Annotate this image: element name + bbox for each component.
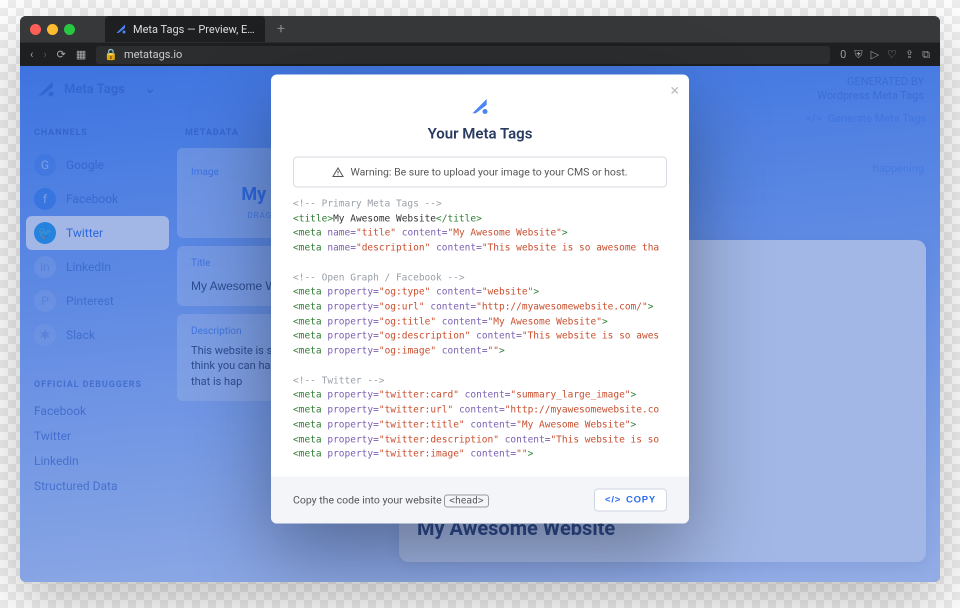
grid-icon[interactable]: ▦ [76,48,86,61]
browser-tab[interactable]: Meta Tags — Preview, Edit a… [105,16,265,42]
lock-icon: 🔒 [104,48,118,61]
warning-text: Warning: Be sure to upload your image to… [350,166,627,179]
share-icon[interactable]: ⇪ [905,48,914,61]
warning-icon [332,166,344,178]
traffic-close[interactable] [30,24,41,35]
browser-urlbar: ‹ › ⟳ ▦ 🔒 metatags.io 0 ⛨ ▷ ♡ ⇪ ⧉ [20,42,940,66]
reload-icon[interactable]: ⟳ [57,48,66,61]
head-tag: <head> [444,494,488,507]
copy-button[interactable]: </> COPY [594,488,667,511]
close-button[interactable]: × [670,81,679,100]
new-tab-button[interactable]: + [277,21,285,37]
back-icon[interactable]: ‹ [30,48,33,61]
code-block[interactable]: <!-- Primary Meta Tags --> <title>My Awe… [293,198,667,463]
forward-icon[interactable]: › [43,48,46,61]
browser-window: Meta Tags — Preview, Edit a… + ‹ › ⟳ ▦ 🔒… [20,16,940,582]
tab-favicon [115,23,127,35]
traffic-min[interactable] [47,24,58,35]
code-icon: </> [605,494,621,505]
traffic-max[interactable] [64,24,75,35]
modal-footer: Copy the code into your website <head> <… [271,476,689,523]
address-bar[interactable]: 🔒 metatags.io [96,46,830,64]
tab-title: Meta Tags — Preview, Edit a… [133,23,255,36]
url-text: metatags.io [124,48,182,61]
send-icon[interactable]: ▷ [871,48,879,61]
footer-hint: Copy the code into your website <head> [293,493,489,506]
shield-badge: 0 [840,48,846,61]
warning-banner: Warning: Be sure to upload your image to… [293,157,667,188]
shield-icon[interactable]: ⛨ [854,48,862,62]
meta-tags-modal: × Your Meta Tags Warning: Be sure to upl… [271,75,689,524]
copy-label: COPY [626,494,656,505]
modal-title: Your Meta Tags [271,125,689,143]
tabs-icon[interactable]: ⧉ [922,48,930,62]
heart-icon[interactable]: ♡ [887,48,897,61]
window-titlebar: Meta Tags — Preview, Edit a… + [20,16,940,42]
modal-logo-icon [468,97,492,117]
